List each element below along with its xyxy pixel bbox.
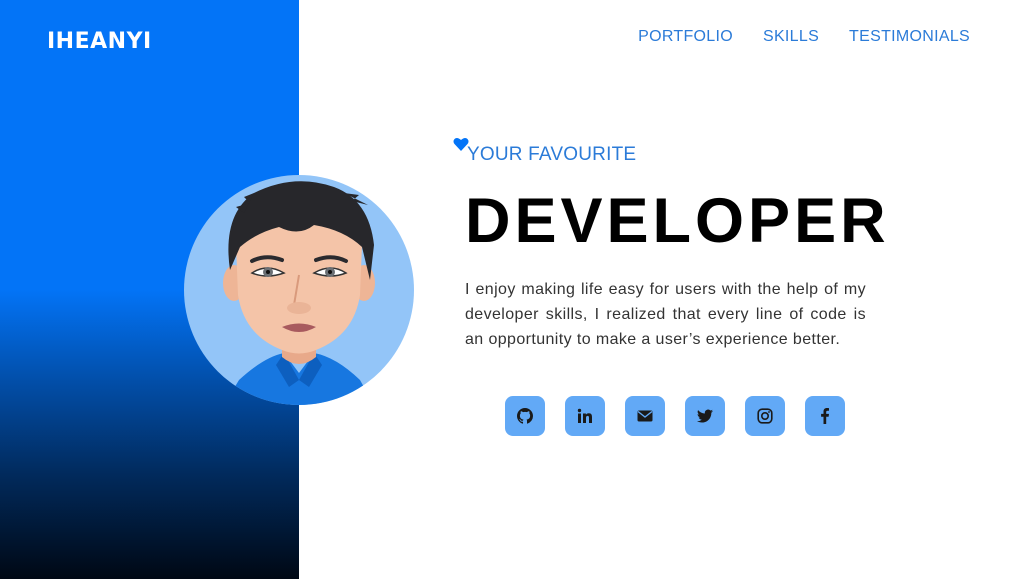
- facebook-button[interactable]: [805, 396, 845, 436]
- eyebrow-text: YOUR FAVOURITE: [467, 144, 637, 165]
- facebook-icon: [821, 408, 829, 424]
- logo[interactable]: IHEANYI: [47, 29, 152, 54]
- eyebrow: YOUR FAVOURITE: [453, 136, 636, 166]
- instagram-button[interactable]: [745, 396, 785, 436]
- github-button[interactable]: [505, 396, 545, 436]
- email-icon: [637, 410, 653, 422]
- nav-link-skills[interactable]: SKILLS: [763, 28, 819, 46]
- github-icon: [517, 408, 533, 424]
- nav-link-testimonials[interactable]: TESTIMONIALS: [849, 28, 970, 46]
- headline: DEVELOPER: [465, 186, 890, 256]
- linkedin-button[interactable]: [565, 396, 605, 436]
- linkedin-icon: [577, 408, 592, 423]
- email-button[interactable]: [625, 396, 665, 436]
- social-links: [505, 396, 845, 436]
- instagram-icon: [757, 408, 773, 424]
- bio-text: I enjoy making life easy for users with …: [465, 281, 866, 348]
- avatar: [184, 175, 414, 405]
- twitter-button[interactable]: [685, 396, 725, 436]
- main-nav: PORTFOLIO SKILLS TESTIMONIALS: [638, 28, 970, 46]
- avatar-illustration: [223, 181, 375, 405]
- twitter-icon: [697, 409, 713, 423]
- nav-link-portfolio[interactable]: PORTFOLIO: [638, 28, 733, 46]
